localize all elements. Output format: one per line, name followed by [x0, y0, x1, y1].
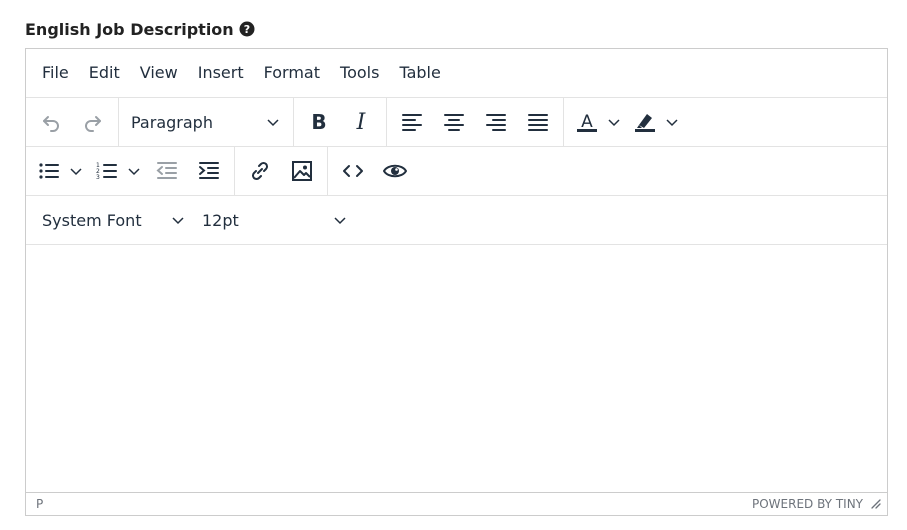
insert-link-button[interactable] — [241, 154, 279, 188]
branding-link[interactable]: POWERED BY TINY — [752, 497, 863, 511]
italic-icon: I — [356, 110, 367, 134]
menu-edit[interactable]: Edit — [81, 56, 128, 90]
highlight-color-dropdown[interactable] — [662, 105, 682, 139]
undo-button[interactable] — [32, 105, 70, 139]
text-color-button[interactable]: A — [570, 105, 604, 139]
justify-button[interactable] — [519, 105, 557, 139]
chevron-down-icon — [332, 214, 348, 226]
chevron-down-icon — [666, 119, 678, 127]
align-right-button[interactable] — [477, 105, 515, 139]
toolbar-row-3: System Font 12pt — [26, 196, 887, 245]
align-left-icon — [402, 114, 422, 131]
status-bar: P POWERED BY TINY — [26, 493, 887, 515]
highlighter-icon — [635, 114, 655, 132]
menu-format[interactable]: Format — [256, 56, 328, 90]
source-code-button[interactable] — [334, 154, 372, 188]
history-group — [26, 98, 119, 146]
chevron-down-icon — [608, 119, 620, 127]
block-format-select[interactable]: Paragraph — [123, 105, 289, 139]
status-right: POWERED BY TINY — [752, 497, 881, 512]
text-color-split-button: A — [570, 105, 624, 139]
view-group — [328, 147, 420, 195]
numbered-list-dropdown[interactable] — [124, 154, 144, 188]
indent-icon — [199, 162, 219, 179]
insert-group — [235, 147, 328, 195]
svg-text:I: I — [356, 110, 367, 134]
block-format-group: Paragraph — [119, 98, 294, 146]
block-format-value: Paragraph — [131, 112, 213, 132]
font-size-value: 12pt — [202, 210, 239, 230]
outdent-icon — [156, 162, 177, 179]
undo-icon — [43, 116, 59, 132]
field-label: English Job Description ? — [25, 18, 255, 40]
font-family-value: System Font — [42, 210, 142, 230]
insert-image-button[interactable] — [283, 154, 321, 188]
align-right-icon — [486, 114, 506, 131]
chevron-down-icon — [265, 116, 281, 128]
text-style-group: B I — [294, 98, 387, 146]
image-icon — [292, 161, 312, 181]
resize-handle-icon[interactable] — [869, 497, 881, 512]
chevron-down-icon — [70, 168, 82, 176]
menu-insert[interactable]: Insert — [190, 56, 252, 90]
element-path[interactable]: P — [36, 497, 43, 511]
menubar: File Edit View Insert Format Tools Table — [26, 49, 887, 98]
toolbar-row-1: Paragraph B I A — [26, 98, 887, 147]
align-left-button[interactable] — [393, 105, 431, 139]
toolbar-row-2: 123 — [26, 147, 887, 196]
menu-view[interactable]: View — [132, 56, 186, 90]
svg-text:3: 3 — [96, 174, 100, 181]
align-justify-icon — [528, 114, 548, 131]
text-color-dropdown[interactable] — [604, 105, 624, 139]
question-circle-icon[interactable]: ? — [239, 21, 255, 37]
preview-button[interactable] — [376, 154, 414, 188]
font-family-select[interactable]: System Font — [34, 203, 194, 237]
link-icon — [251, 161, 269, 181]
bullet-list-icon — [39, 163, 59, 179]
content-editable-area[interactable] — [26, 245, 887, 493]
color-group: A — [564, 98, 688, 146]
bullet-list-dropdown[interactable] — [66, 154, 86, 188]
rich-text-editor: File Edit View Insert Format Tools Table… — [25, 48, 888, 516]
italic-button[interactable]: I — [342, 105, 380, 139]
numbered-list-button[interactable]: 123 — [90, 154, 124, 188]
bullet-list-button[interactable] — [32, 154, 66, 188]
list-group: 123 — [26, 147, 235, 195]
chevron-down-icon — [170, 214, 186, 226]
eye-icon — [383, 164, 407, 178]
alignment-group — [387, 98, 564, 146]
menu-file[interactable]: File — [34, 56, 77, 90]
menu-tools[interactable]: Tools — [332, 56, 387, 90]
numbered-list-split-button: 123 — [90, 154, 144, 188]
svg-text:B: B — [311, 110, 326, 134]
redo-button[interactable] — [74, 105, 112, 139]
outdent-button[interactable] — [148, 154, 186, 188]
indent-button[interactable] — [190, 154, 228, 188]
source-code-icon — [343, 165, 363, 177]
text-color-icon: A — [577, 112, 597, 132]
redo-icon — [85, 116, 101, 132]
bullet-list-split-button — [32, 154, 86, 188]
highlight-color-button[interactable] — [628, 105, 662, 139]
font-group: System Font 12pt — [26, 196, 360, 244]
font-size-select[interactable]: 12pt — [194, 203, 356, 237]
svg-text:?: ? — [243, 23, 249, 36]
bold-icon: B — [311, 110, 326, 134]
menu-table[interactable]: Table — [391, 56, 448, 90]
highlight-color-split-button — [628, 105, 682, 139]
align-center-button[interactable] — [435, 105, 473, 139]
bold-button[interactable]: B — [300, 105, 338, 139]
align-center-icon — [444, 114, 464, 131]
numbered-list-icon: 123 — [96, 162, 117, 181]
chevron-down-icon — [128, 168, 140, 176]
field-label-text: English Job Description — [25, 19, 234, 39]
